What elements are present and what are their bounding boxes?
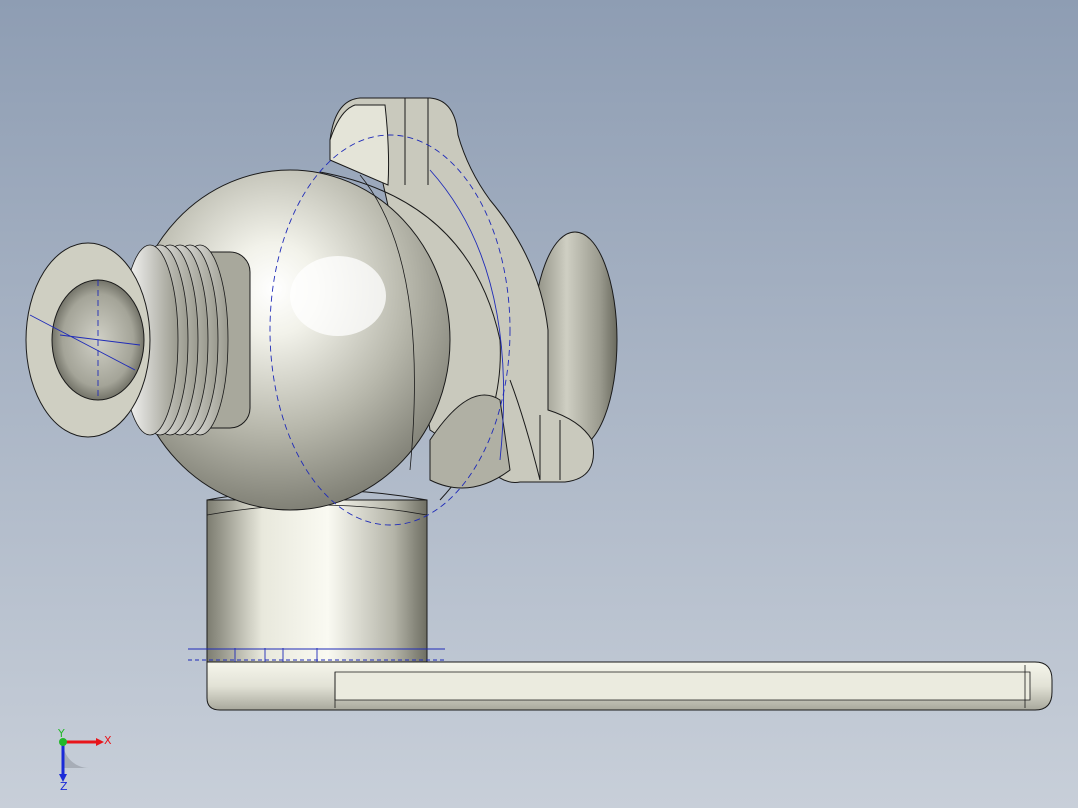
threaded-inlet[interactable] [25,242,251,438]
vertical-stem[interactable] [206,489,428,671]
z-axis-label: Z [60,780,68,792]
x-axis-label: X [104,734,112,747]
handle-lever[interactable] [206,661,1053,711]
valve-3d-model[interactable] [0,0,1078,808]
axis-triad: X Y Z [57,728,112,792]
y-axis-label: Y [57,728,65,740]
graphics-viewport[interactable]: X Y Z [0,0,1078,808]
